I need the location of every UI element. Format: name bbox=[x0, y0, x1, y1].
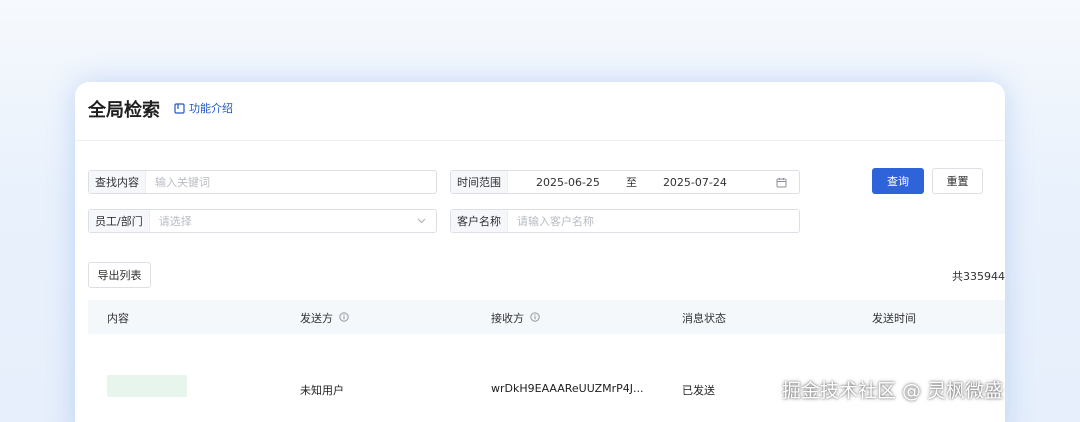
search-content-input[interactable]: 输入关键词 bbox=[146, 174, 436, 190]
client-name-field: 客户名称 请输入客户名称 bbox=[450, 209, 800, 233]
column-content: 内容 bbox=[107, 312, 129, 325]
chevron-down-icon[interactable] bbox=[417, 216, 436, 227]
search-content-label: 查找内容 bbox=[89, 171, 146, 193]
column-sender: 发送方 bbox=[300, 310, 349, 326]
cell-status: 已发送 bbox=[682, 384, 715, 397]
reset-button[interactable]: 重置 bbox=[932, 168, 983, 194]
info-circle-icon[interactable] bbox=[339, 311, 349, 325]
staff-department-select[interactable]: 请选择 bbox=[150, 213, 417, 229]
time-range-label: 时间范围 bbox=[451, 171, 508, 193]
column-send-time: 发送时间 bbox=[872, 312, 916, 325]
staff-department-field: 员工/部门 请选择 bbox=[88, 209, 437, 233]
column-receiver: 接收方 bbox=[491, 310, 540, 326]
info-circle-icon[interactable] bbox=[530, 311, 540, 325]
total-count: 共335944 bbox=[952, 270, 1005, 283]
client-name-input[interactable]: 请输入客户名称 bbox=[508, 213, 799, 229]
column-status: 消息状态 bbox=[682, 312, 726, 325]
time-range-field: 时间范围 2025-06-25 至 2025-07-24 bbox=[450, 170, 800, 194]
export-list-button[interactable]: 导出列表 bbox=[88, 262, 151, 288]
feature-intro-label: 功能介绍 bbox=[189, 102, 233, 115]
staff-department-label: 员工/部门 bbox=[89, 210, 150, 232]
search-content-field: 查找内容 输入关键词 bbox=[88, 170, 437, 194]
book-icon bbox=[174, 102, 185, 114]
calendar-icon[interactable] bbox=[776, 177, 787, 188]
cell-sender: 未知用户 bbox=[300, 384, 344, 397]
table-header bbox=[88, 300, 1005, 334]
client-name-label: 客户名称 bbox=[451, 210, 508, 232]
page-title: 全局检索 bbox=[88, 100, 160, 121]
cell-receiver[interactable]: wrDkH9EAAAReUUZMrP4J... bbox=[491, 382, 644, 395]
search-panel: 全局检索 功能介绍 查找内容 输入关键词 员工/部门 请选择 时间范围 2025… bbox=[75, 82, 1005, 422]
query-button[interactable]: 查询 bbox=[872, 168, 924, 194]
content-thumbnail[interactable] bbox=[107, 375, 187, 397]
feature-intro-link[interactable]: 功能介绍 bbox=[174, 100, 233, 116]
watermark: 掘金技术社区 @ 灵枫微盛 bbox=[782, 380, 1004, 402]
header-divider bbox=[75, 140, 1005, 141]
end-date-input[interactable]: 2025-07-24 bbox=[663, 176, 727, 189]
start-date-input[interactable]: 2025-06-25 bbox=[536, 176, 600, 189]
date-range-separator: 至 bbox=[625, 176, 637, 189]
